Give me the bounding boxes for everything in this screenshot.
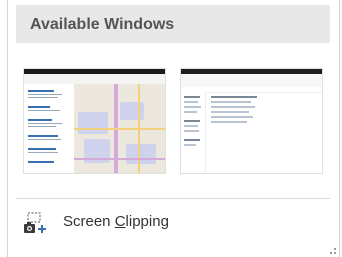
screen-clipping-icon [24, 212, 46, 233]
map-view [74, 84, 165, 173]
window-thumbnail-file-explorer[interactable] [180, 68, 323, 174]
header-title: Available Windows [30, 16, 175, 33]
screen-clipping-label: Screen Clipping [63, 213, 169, 230]
window-thumbnail-browser[interactable] [23, 68, 166, 174]
results-pane [24, 84, 74, 173]
separator [16, 198, 330, 199]
navigation-pane [181, 92, 206, 173]
screenshot-panel: Available Windows Screen Clipping [7, 0, 340, 257]
screen-clipping-button[interactable]: Screen Clipping [16, 205, 330, 239]
ribbon [181, 74, 322, 88]
resize-grip[interactable] [326, 244, 336, 254]
available-windows-header: Available Windows [16, 5, 330, 43]
